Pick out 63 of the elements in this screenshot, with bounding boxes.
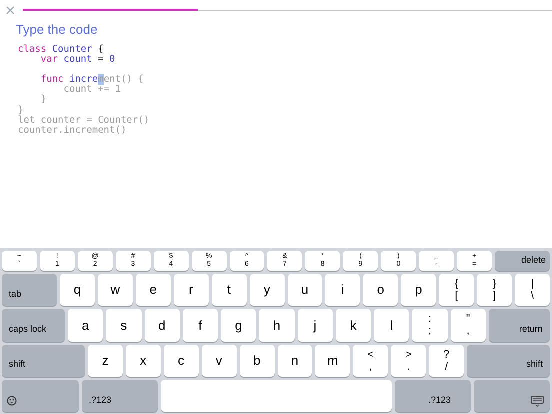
symbol-key[interactable]: > . bbox=[391, 344, 426, 377]
letter-key[interactable]: p bbox=[401, 274, 436, 306]
pending-code: } bbox=[18, 104, 24, 116]
letter-key[interactable]: o bbox=[363, 274, 398, 306]
letter-key[interactable]: c bbox=[164, 344, 199, 377]
typed-code: func bbox=[40, 74, 64, 86]
typed-code: { bbox=[97, 44, 104, 54]
tab-key[interactable]: tab bbox=[2, 274, 57, 306]
dismiss-keyboard-key[interactable] bbox=[474, 380, 550, 412]
caps-lock-key[interactable]: caps lock bbox=[2, 309, 65, 342]
symbol-key[interactable]: : ; bbox=[412, 309, 448, 342]
letter-key[interactable]: g bbox=[221, 309, 256, 342]
shift-key[interactable]: shift bbox=[467, 344, 550, 377]
letter-key[interactable]: s bbox=[106, 309, 142, 342]
numbers-key[interactable]: .?123 bbox=[395, 380, 471, 412]
close-icon[interactable] bbox=[6, 6, 15, 14]
pending-code: count += 1 bbox=[62, 84, 121, 96]
letter-key[interactable]: m bbox=[315, 344, 350, 377]
letter-key[interactable]: f bbox=[182, 309, 218, 342]
symbol-key[interactable]: " , bbox=[450, 309, 486, 342]
letter-key[interactable]: d bbox=[144, 309, 180, 342]
pending-code: counter.increment() bbox=[18, 125, 127, 136]
symbol-key[interactable]: < , bbox=[353, 344, 388, 377]
letter-key[interactable]: u bbox=[288, 274, 322, 306]
smiley-icon bbox=[7, 396, 17, 406]
return-key[interactable]: return bbox=[488, 309, 550, 342]
keyboard-icon bbox=[531, 396, 544, 407]
letter-key[interactable]: v bbox=[202, 344, 237, 377]
symbol-key[interactable]: { [ bbox=[439, 274, 474, 306]
numbers-key[interactable]: .?123 bbox=[82, 380, 158, 412]
typed-code: class bbox=[18, 44, 47, 54]
symbol-key[interactable]: } ] bbox=[477, 274, 512, 306]
letter-key[interactable]: w bbox=[98, 274, 133, 306]
delete-key[interactable]: delete bbox=[494, 251, 550, 271]
letter-key[interactable]: x bbox=[126, 344, 161, 377]
letter-key[interactable]: k bbox=[336, 309, 372, 342]
letter-key[interactable]: a bbox=[68, 309, 104, 342]
letter-key[interactable]: i bbox=[325, 274, 360, 306]
typed-code: 0 bbox=[110, 54, 116, 65]
shift-key[interactable]: shift bbox=[2, 344, 85, 377]
typed-code: = bbox=[97, 54, 105, 65]
letter-key[interactable]: b bbox=[240, 344, 275, 377]
letter-key[interactable]: j bbox=[298, 309, 333, 342]
typed-code: count bbox=[62, 54, 92, 65]
letter-key[interactable]: y bbox=[250, 274, 285, 306]
letter-key[interactable]: l bbox=[374, 309, 410, 342]
prompt-title: Type the code bbox=[15, 21, 99, 39]
letter-key[interactable]: q bbox=[60, 274, 95, 306]
letter-key[interactable]: z bbox=[88, 344, 123, 377]
cursor-highlight: m bbox=[98, 74, 104, 86]
letter-key[interactable]: t bbox=[212, 274, 247, 306]
pending-code: let counter = Counter() bbox=[18, 114, 150, 126]
letter-key[interactable]: n bbox=[278, 344, 312, 377]
typed-code: Counter bbox=[51, 44, 92, 54]
letter-key[interactable]: h bbox=[259, 309, 295, 342]
pending-code: ent() { bbox=[104, 74, 144, 86]
typed-code: incre bbox=[69, 74, 98, 86]
typed-code: var bbox=[40, 54, 58, 65]
pending-code: } bbox=[40, 94, 47, 106]
symbol-key[interactable]: | \ bbox=[515, 274, 550, 306]
symbol-key[interactable]: ? / bbox=[429, 344, 464, 377]
letter-key[interactable]: e bbox=[136, 274, 171, 306]
letter-key[interactable]: r bbox=[174, 274, 209, 306]
